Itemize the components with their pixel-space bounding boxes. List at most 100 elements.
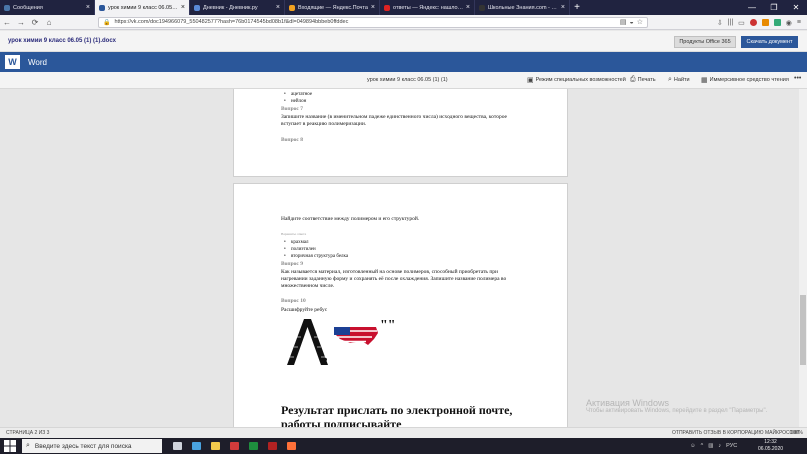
app-darkred-icon[interactable] — [265, 440, 279, 452]
taskbar-clock[interactable]: 12:32 06.05.2020 — [758, 439, 783, 452]
app-green-glyph — [248, 442, 258, 450]
more-options-icon[interactable]: ••• — [794, 75, 801, 82]
chevron-up-icon[interactable]: ^ — [701, 443, 704, 449]
extension-green-icon[interactable] — [773, 19, 781, 26]
maximize-button[interactable]: ❐ — [763, 0, 785, 15]
tab-close-icon[interactable]: × — [561, 4, 565, 11]
lock-icon: 🔒 — [103, 19, 111, 26]
volume-icon[interactable]: ♪ — [718, 443, 721, 449]
network-icon[interactable]: ▥ — [708, 443, 713, 449]
document-canvas[interactable]: ацетатное нейлон Вопрос 7 Запишите назва… — [0, 89, 799, 427]
browser-tab[interactable]: Школьные Знания.com - Ре… × — [475, 0, 570, 15]
app-green-icon[interactable] — [246, 440, 260, 452]
rebus-quotes: "" — [380, 318, 396, 333]
taskbar-search[interactable]: ⌕ Введите здесь текст для поиска — [22, 439, 162, 453]
immersive-reader-icon: ▦ — [701, 77, 708, 84]
rebus-comma: , — [324, 349, 328, 364]
question-7-label: Вопрос 7 — [281, 106, 303, 112]
close-window-button[interactable]: ✕ — [785, 0, 807, 15]
activation-watermark-subtitle: Чтобы активировать Windows, перейдите в … — [586, 408, 768, 414]
word-header — [0, 52, 807, 72]
clock-date: 06.05.2020 — [758, 445, 784, 452]
accessibility-label: Режим специальных возможностей — [535, 77, 626, 83]
scrollbar-thumb[interactable] — [800, 295, 806, 365]
browser-tab[interactable]: Входящие — Яндекс.Почта × — [285, 0, 380, 15]
activation-watermark-title: Активация Windows — [586, 398, 669, 408]
browser-tab[interactable]: Дневник - Дневник.ру × — [190, 0, 285, 15]
language-indicator[interactable]: РУС — [726, 443, 737, 449]
question-7-text-cont: вступает в реакцию полимеризации. — [281, 121, 367, 127]
word-logo-icon[interactable]: W — [5, 55, 20, 69]
question-9-text-cont: нагревании заданную форму и сохранять её… — [281, 276, 507, 282]
desktop-icon[interactable] — [189, 440, 203, 452]
word-app-name: Word — [28, 58, 47, 67]
immersive-reader-button[interactable]: ▦ Иммерсивное средство чтения — [701, 76, 789, 84]
extension-orange-icon[interactable] — [761, 19, 769, 26]
tab-favicon-icon — [194, 4, 200, 11]
firefox-icon[interactable] — [284, 440, 298, 452]
menu-icon[interactable]: ≡ — [797, 19, 801, 26]
browser-tab[interactable]: ответы — Яндекс: нашлось 2…× — [380, 0, 475, 15]
tab-label: ответы — Яндекс: нашлось 2… — [393, 4, 464, 11]
browser-tab[interactable]: Сообщения × — [0, 0, 95, 15]
tab-list: Сообщения×урок химии 9 класс 06.05 (1) (… — [0, 0, 570, 15]
home-icon[interactable]: ⌂ — [42, 18, 56, 27]
windows-start-icon[interactable] — [4, 440, 16, 452]
task-view-icon[interactable] — [170, 440, 184, 452]
document-filename: урок химии 9 класс 06.05 (1) (1).docx — [8, 38, 117, 44]
list-item: ацетатное — [284, 92, 312, 97]
document-page-1: ацетатное нейлон Вопрос 7 Запишите назва… — [233, 89, 568, 177]
tab-favicon-icon — [479, 4, 485, 11]
tab-close-icon[interactable]: × — [371, 4, 375, 11]
explorer-icon[interactable] — [208, 440, 222, 452]
sidebar-icon[interactable]: ▭ — [738, 19, 745, 27]
assignment-instruction: Результат прислать по электронной почте,… — [281, 403, 512, 427]
people-icon[interactable]: ☺ — [690, 443, 696, 449]
url-bar[interactable]: 🔒 https://vk.com/doc194966079_550482577?… — [98, 16, 648, 28]
account-icon[interactable]: ◉ — [786, 19, 792, 27]
find-button[interactable]: ⌕ Найти — [668, 76, 690, 84]
document-page-2: Найдите соответствие между полимером и е… — [233, 183, 568, 427]
immersive-reader-label: Иммерсивное средство чтения — [709, 77, 789, 83]
downloads-icon[interactable]: ⇩ — [717, 19, 723, 27]
tab-close-icon[interactable]: × — [276, 4, 280, 11]
pocket-icon[interactable]: ◒ — [629, 19, 633, 26]
list-item: нейлон — [284, 99, 306, 104]
print-button[interactable]: ⎙ Печать — [630, 76, 656, 84]
tab-favicon-icon — [99, 4, 105, 11]
question-10-text: Расшифруйте ребус — [281, 307, 328, 313]
desktop-glyph — [191, 442, 201, 450]
vertical-scrollbar[interactable] — [799, 89, 807, 427]
question-9-text: Как называется материал, изготовленный н… — [281, 269, 498, 275]
tab-close-icon[interactable]: × — [86, 4, 90, 11]
bookmark-star-icon[interactable]: ☆ — [637, 18, 643, 26]
navigation-bar: ← → ⟳ ⌂ 🔒 https://vk.com/doc194966079_55… — [0, 15, 807, 30]
reader-icon[interactable]: ▤ — [620, 18, 627, 26]
explorer-glyph — [210, 442, 220, 450]
instruction-line-1: Результат прислать по электронной почте, — [281, 403, 513, 417]
app-red-glyph — [229, 442, 239, 450]
adblock-icon[interactable] — [749, 19, 757, 26]
tab-close-icon[interactable]: × — [466, 4, 470, 11]
app-red-icon[interactable] — [227, 440, 241, 452]
search-icon: ⌕ — [668, 76, 672, 83]
back-icon[interactable]: ← — [0, 18, 14, 27]
browser-tab[interactable]: урок химии 9 класс 06.05 (1) (1).docx× — [95, 0, 190, 15]
library-icon[interactable]: ||| — [728, 19, 733, 26]
find-label: Найти — [673, 77, 690, 83]
zoom-level[interactable]: 100% — [790, 430, 803, 436]
document-title: урок химии 9 класс 06.05 (1) (1) — [367, 77, 448, 83]
forward-icon[interactable]: → — [14, 18, 28, 27]
office365-button[interactable]: Продукты Office 365 — [674, 36, 736, 48]
download-button[interactable]: Скачать документ — [741, 36, 798, 48]
new-tab-button[interactable]: + — [570, 0, 584, 15]
minimize-button[interactable]: — — [741, 0, 763, 15]
accessibility-mode-button[interactable]: ▣ Режим специальных возможностей — [527, 76, 626, 84]
tab-label: Школьные Знания.com - Ре… — [488, 4, 559, 11]
reload-icon[interactable]: ⟳ — [28, 18, 42, 27]
tab-label: Сообщения — [13, 4, 43, 11]
feedback-link[interactable]: ОТПРАВИТЬ ОТЗЫВ В КОРПОРАЦИЮ МАЙКРОСОФТ — [672, 430, 800, 436]
tab-close-icon[interactable]: × — [181, 4, 185, 11]
tab-favicon-icon — [289, 4, 295, 11]
list-item: крахмал — [284, 240, 308, 245]
